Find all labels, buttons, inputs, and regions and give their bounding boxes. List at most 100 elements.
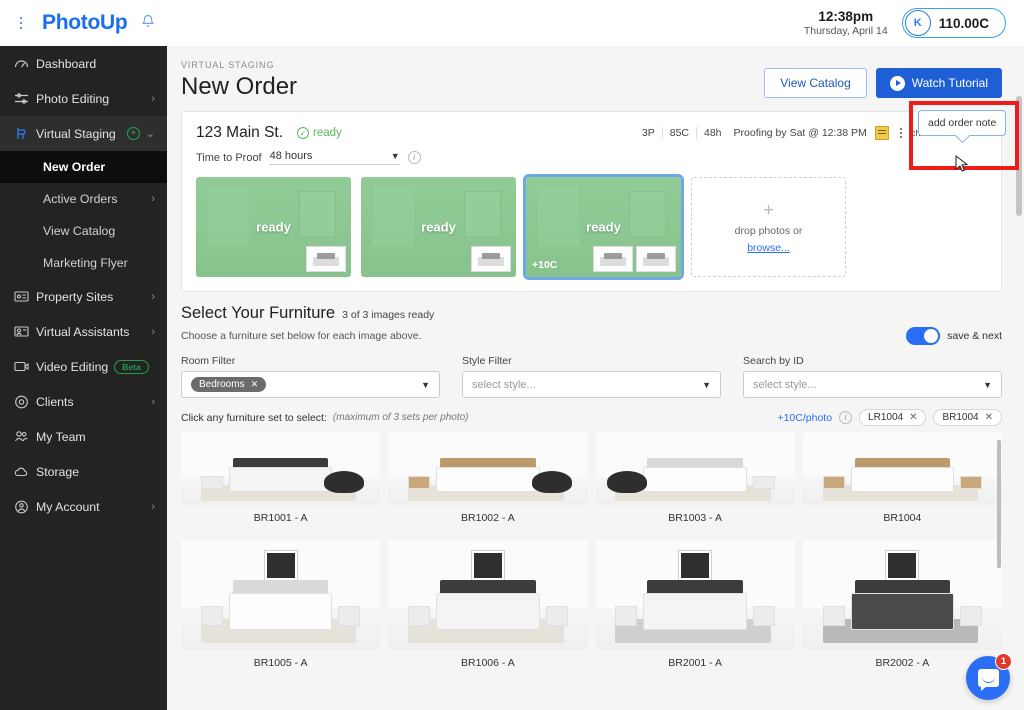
sidebar-item-label: My Team	[36, 429, 86, 444]
furniture-set-card[interactable]: BR1004	[802, 432, 1002, 534]
chevron-down-icon: ▼	[983, 379, 992, 390]
chevron-right-icon: ›	[151, 500, 155, 513]
save-next-toggle[interactable]	[906, 327, 941, 345]
tag-label: LR1004	[868, 412, 904, 423]
tag-remove-icon[interactable]: ✕	[985, 412, 993, 423]
browse-link[interactable]: browse...	[747, 242, 790, 254]
style-filter-label: Style Filter	[462, 355, 512, 367]
page-header: VIRTUAL STAGING New Order View Catalog W…	[167, 46, 1024, 111]
selected-set-tag[interactable]: BR1004 ✕	[933, 409, 1002, 426]
sidebar-item-label: Photo Editing	[36, 91, 110, 106]
photo-thumbnail-selected[interactable]: ready +10C	[523, 174, 684, 280]
chevron-down-icon: ▼	[702, 379, 711, 390]
clock: 12:38pm Thursday, April 14	[804, 9, 888, 37]
sidebar-item-my-account[interactable]: My Account ›	[0, 489, 167, 524]
time-to-proof-select[interactable]: 48 hours ▼	[269, 150, 400, 165]
furniture-set-card[interactable]: BR1002 - A	[388, 432, 588, 534]
avatar: K	[904, 10, 931, 36]
sidebar-item-virtual-assistants[interactable]: Virtual Assistants ›	[0, 314, 167, 349]
photo-dropzone[interactable]: + drop photos or browse...	[691, 177, 846, 277]
search-by-id-select[interactable]: select style... ▼	[743, 371, 1002, 398]
furniture-grid-scroll[interactable]: BR1001 - A BR1002 - A BR1003 - A BR1004 …	[181, 432, 1002, 674]
furniture-grid: BR1001 - A BR1002 - A BR1003 - A BR1004 …	[181, 432, 1002, 674]
sliders-icon	[14, 92, 36, 105]
plus-icon: +	[762, 199, 775, 221]
sidebar-item-my-team[interactable]: My Team	[0, 419, 167, 454]
kebab-menu-icon[interactable]	[8, 16, 34, 30]
select-hint: Click any furniture set to select:	[181, 411, 327, 424]
furniture-filters: Room Filter Bedrooms ✕ ▼ Style Filter se…	[181, 355, 1002, 398]
sidebar-item-marketing-flyer[interactable]: Marketing Flyer	[0, 247, 167, 279]
furniture-header: Select Your Furniture 3 of 3 images read…	[181, 304, 1002, 323]
photo-thumbnail[interactable]: ready	[361, 177, 516, 277]
furniture-mini-previews	[306, 246, 346, 272]
sidebar-subitem-label: Active Orders	[43, 192, 118, 206]
sidebar-item-virtual-staging[interactable]: Virtual Staging + ⌄	[0, 116, 167, 151]
topbar-right: 12:38pm Thursday, April 14 K 110.00C	[804, 8, 1024, 38]
furniture-set-image	[388, 432, 588, 505]
furniture-set-card[interactable]: BR2001 - A	[595, 540, 795, 674]
top-bar: PhotoUp 12:38pm Thursday, April 14 K 110…	[0, 0, 1024, 46]
chip-remove-icon[interactable]: ✕	[251, 379, 259, 390]
sidebar-item-label: My Account	[36, 499, 100, 514]
add-staging-order-icon[interactable]: +	[126, 127, 140, 140]
style-filter-placeholder: select style...	[472, 378, 536, 391]
status-label: ready	[313, 127, 342, 139]
furniture-set-image	[388, 540, 588, 650]
style-filter-group: Style Filter select style... ▼	[462, 355, 721, 398]
furniture-mini-previews	[593, 246, 676, 272]
furniture-set-card[interactable]: BR2002 - A	[802, 540, 1002, 674]
sidebar-item-label: Clients	[36, 394, 74, 409]
furniture-mini	[306, 246, 346, 272]
furniture-set-card[interactable]: BR1006 - A	[388, 540, 588, 674]
sidebar-item-label: Property Sites	[36, 289, 114, 304]
sidebar-item-storage[interactable]: Storage	[0, 454, 167, 489]
sidebar-item-active-orders[interactable]: Active Orders ›	[0, 183, 167, 215]
furniture-grid-scrollbar[interactable]	[997, 440, 1001, 568]
sidebar-item-label: Video Editing	[36, 359, 109, 374]
chat-glyph	[977, 669, 999, 691]
page-title: New Order	[181, 73, 298, 100]
watch-tutorial-button[interactable]: Watch Tutorial	[875, 68, 1002, 98]
selected-set-tag[interactable]: LR1004 ✕	[859, 409, 927, 426]
room-filter-label: Room Filter	[181, 355, 236, 367]
sidebar-subitem-label: Marketing Flyer	[43, 256, 128, 270]
style-filter-select[interactable]: select style... ▼	[462, 371, 721, 398]
header-actions: View Catalog Watch Tutorial	[764, 60, 1002, 98]
room-filter-select[interactable]: Bedrooms ✕ ▼	[181, 371, 440, 398]
thumbnail-status: ready	[256, 219, 291, 235]
info-icon[interactable]: i	[839, 411, 853, 424]
credit-balance-widget[interactable]: K 110.00C	[901, 8, 1006, 38]
add-note-icon[interactable]	[874, 126, 889, 140]
furniture-set-image	[181, 432, 381, 505]
sidebar-item-clients[interactable]: Clients ›	[0, 384, 167, 419]
chevron-right-icon: ›	[151, 395, 155, 408]
furniture-set-card[interactable]: BR1005 - A	[181, 540, 381, 674]
sidebar-item-video-editing[interactable]: Video Editing Beta	[0, 349, 167, 384]
furniture-set-card[interactable]: BR1001 - A	[181, 432, 381, 534]
page-scrollbar[interactable]	[1016, 96, 1022, 216]
brand-logo[interactable]: PhotoUp	[42, 11, 128, 35]
furniture-set-image	[595, 432, 795, 505]
furniture-set-image	[802, 540, 1002, 650]
info-icon[interactable]: i	[407, 151, 421, 164]
tag-remove-icon[interactable]: ✕	[909, 412, 917, 423]
furniture-mini	[471, 246, 511, 272]
room-filter-chip[interactable]: Bedrooms ✕	[191, 377, 267, 392]
bell-icon[interactable]	[141, 14, 155, 33]
sidebar-item-view-catalog[interactable]: View Catalog	[0, 215, 167, 247]
sidebar-item-dashboard[interactable]: Dashboard	[0, 46, 167, 81]
more-vertical-icon[interactable]	[899, 127, 902, 139]
view-catalog-button[interactable]: View Catalog	[764, 68, 867, 98]
sidebar-item-photo-editing[interactable]: Photo Editing ›	[0, 81, 167, 116]
add-order-note-tooltip: add order note	[918, 110, 1007, 136]
furniture-description: Choose a furniture set below for each im…	[181, 330, 422, 342]
furniture-set-card[interactable]: BR1003 - A	[595, 432, 795, 534]
id-card-icon	[14, 290, 36, 303]
main-content: VIRTUAL STAGING New Order View Catalog W…	[167, 46, 1024, 710]
chat-bubble-icon[interactable]: 1	[966, 653, 1012, 700]
photo-thumbnail[interactable]: ready	[196, 177, 351, 277]
sidebar-item-property-sites[interactable]: Property Sites ›	[0, 279, 167, 314]
page-title-block: VIRTUAL STAGING New Order	[181, 60, 297, 101]
sidebar-item-new-order[interactable]: New Order	[0, 151, 167, 183]
